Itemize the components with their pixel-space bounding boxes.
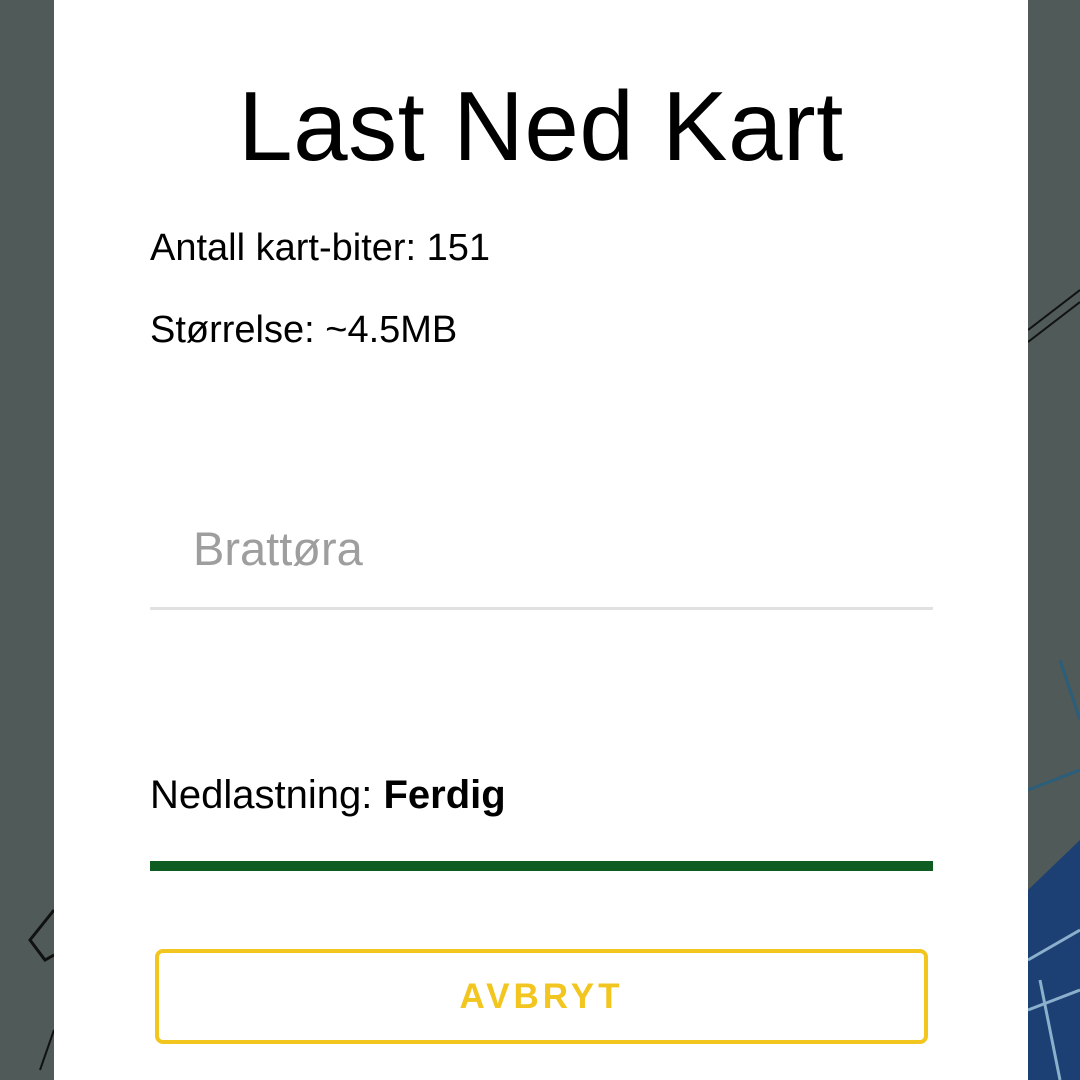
cancel-button[interactable]: AVBRYT xyxy=(155,949,928,1044)
dialog-title: Last Ned Kart xyxy=(238,71,844,181)
download-status: Nedlastning: Ferdig xyxy=(150,775,506,815)
tile-count-text: Antall kart-biter: 151 xyxy=(150,227,491,269)
map-name-input[interactable] xyxy=(150,490,933,610)
size-text: Størrelse: ~4.5MB xyxy=(150,309,458,351)
download-progress-fill xyxy=(150,861,933,871)
download-status-value: Ferdig xyxy=(383,773,506,817)
download-map-dialog: Last Ned Kart Antall kart-biter: 151 Stø… xyxy=(54,0,1028,1080)
download-progress-bar xyxy=(150,861,933,871)
download-status-label: Nedlastning: xyxy=(150,773,384,817)
